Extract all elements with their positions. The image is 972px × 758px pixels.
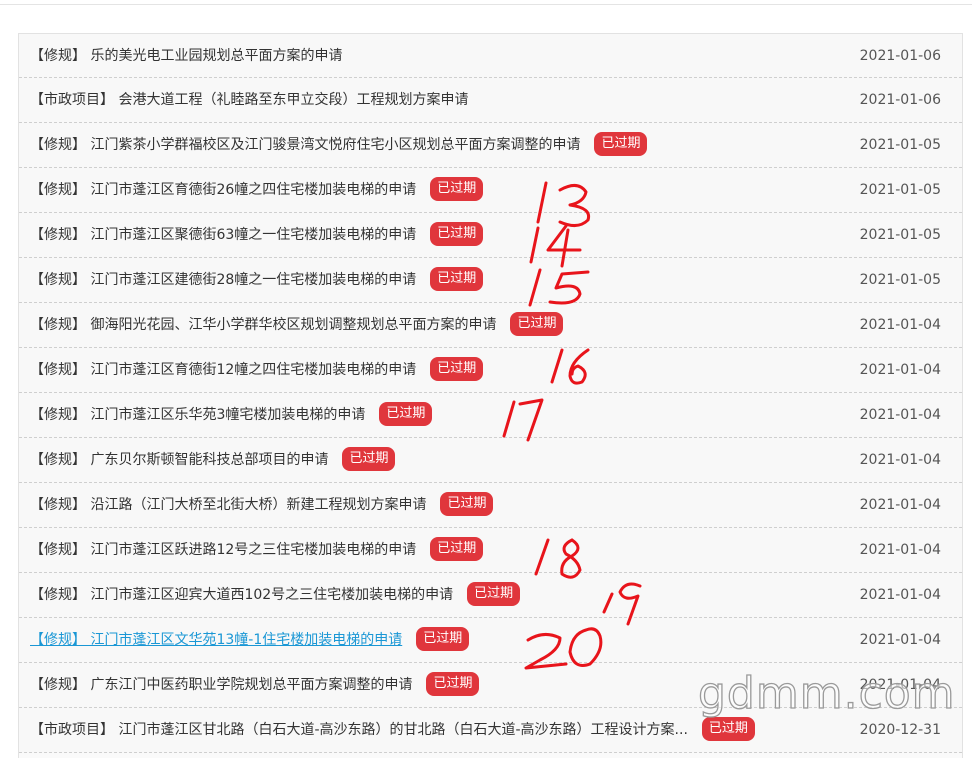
watermark: gdmm.com bbox=[697, 667, 956, 719]
list-item-title[interactable]: 【修规】 江门市蓬江区乐华苑3幢宅楼加装电梯的申请 bbox=[30, 407, 365, 423]
list-item-title[interactable]: 【市政项目】 江门市蓬江区甘北路（白石大道-高沙东路）的甘北路（白石大道-高沙东… bbox=[30, 722, 688, 738]
list-item-date: 2021-01-04 bbox=[859, 542, 941, 558]
list-item[interactable]: 【修规】 江门市蓬江区育德街26幢之四住宅楼加装电梯的申请 已过期 2021-01-… bbox=[19, 168, 962, 213]
list-item-title[interactable]: 【修规】 江门紫茶小学群福校区及江门骏景湾文悦府住宅小区规划总平面方案调整的申请 bbox=[30, 137, 580, 153]
list-item-title[interactable]: 【修规】 御海阳光花园、江华小学群华校区规划调整规划总平面方案的申请 bbox=[30, 317, 496, 333]
expired-badge: 已过期 bbox=[430, 267, 484, 291]
list-item-title-wrap: 【修规】 江门市蓬江区文华苑13幢-1住宅楼加装电梯的申请 已过期 bbox=[30, 618, 470, 662]
list-item-title-wrap: 【修规】 江门市蓬江区跃进路12号之三住宅楼加装电梯的申请 已过期 bbox=[30, 528, 484, 572]
expired-badge: 已过期 bbox=[430, 177, 484, 201]
expired-badge: 已过期 bbox=[701, 717, 755, 741]
list-item-title-wrap: 【修规】 广东贝尔斯顿智能科技总部项目的申请 已过期 bbox=[30, 438, 396, 482]
list-item-date: 2021-01-04 bbox=[859, 362, 941, 378]
list-item-title[interactable]: 【修规】 广东江门中医药职业学院规划总平面方案调整的申请 bbox=[30, 677, 412, 693]
list-item-title-wrap: 【修规】 江门市蓬江区迎宾大道西102号之三住宅楼加装电梯的申请 已过期 bbox=[30, 573, 521, 617]
list-item-title-wrap: 【修规】 广东江门中医药职业学院规划总平面方案调整的申请 已过期 bbox=[30, 663, 480, 707]
list-item[interactable]: 【修规】 江门市蓬江区乐华苑3幢宅楼加装电梯的申请 已过期 2021-01-04 bbox=[19, 393, 962, 438]
list-item-title[interactable]: 【修规】 乐的美光电工业园规划总平面方案的申请 bbox=[30, 34, 342, 78]
list-item[interactable]: 【修规】 江门市蓬江区建德街28幢之一住宅楼加装电梯的申请 已过期 2021-01-… bbox=[19, 258, 962, 303]
list-item[interactable]: 【修规】 江门紫茶小学群福校区及江门骏景湾文悦府住宅小区规划总平面方案调整的申请… bbox=[19, 123, 962, 168]
list-item-title[interactable]: 【修规】 沿江路（江门大桥至北街大桥）新建工程规划方案申请 bbox=[30, 497, 426, 513]
expired-badge: 已过期 bbox=[426, 672, 480, 696]
list-item-date: 2021-01-06 bbox=[859, 48, 941, 64]
list-item[interactable]: 【修规】 沿江路（江门大桥至北街大桥）新建工程规划方案申请 已过期 2021-01-… bbox=[19, 483, 962, 528]
list-item-title[interactable]: 【修规】 江门市蓬江区聚德街63幢之一住宅楼加装电梯的申请 bbox=[30, 227, 416, 243]
list-item-title-wrap: 【修规】 江门市蓬江区育德街12幢之四住宅楼加装电梯的申请 已过期 bbox=[30, 348, 484, 392]
list-item-title-wrap: 【修规】 江门市蓬江区乐华苑3幢宅楼加装电梯的申请 已过期 bbox=[30, 393, 433, 437]
list-item-title[interactable]: 【修规】 江门市蓬江区育德街26幢之四住宅楼加装电梯的申请 bbox=[30, 182, 416, 198]
list-item[interactable]: 【修规】 江门市蓬江区文华苑13幢-1住宅楼加装电梯的申请 已过期 2021-01-… bbox=[19, 618, 962, 663]
list-item[interactable]: 【市政项目】 会港大道工程（礼睦路至东甲立交段）工程规划方案申请 2021-01-… bbox=[19, 78, 962, 123]
list-item-date: 2021-01-04 bbox=[859, 587, 941, 603]
top-border bbox=[0, 0, 972, 5]
list-item-date: 2021-01-05 bbox=[859, 182, 941, 198]
expired-badge: 已过期 bbox=[467, 582, 521, 606]
list-item-date: 2021-01-06 bbox=[859, 92, 941, 108]
expired-badge: 已过期 bbox=[416, 627, 470, 651]
list-item[interactable]: 【修规】 江门市蓬江区跃进路12号之三住宅楼加装电梯的申请 已过期 2021-01-… bbox=[19, 528, 962, 573]
list-item-date: 2021-01-04 bbox=[859, 497, 941, 513]
list-item-title[interactable]: 【修规】 江门市蓬江区跃进路12号之三住宅楼加装电梯的申请 bbox=[30, 542, 416, 558]
expired-badge: 已过期 bbox=[342, 447, 396, 471]
list-item-title-wrap: 【修规】 江门市蓬江区聚德街63幢之一住宅楼加装电梯的申请 已过期 bbox=[30, 213, 484, 257]
expired-badge: 已过期 bbox=[430, 222, 484, 246]
expired-badge: 已过期 bbox=[430, 537, 484, 561]
list-item-date: 2021-01-04 bbox=[859, 452, 941, 468]
list-item-title[interactable]: 【修规】 广东贝尔斯顿智能科技总部项目的申请 bbox=[30, 452, 328, 468]
list-item-title-wrap: 【市政项目】 江门市蓬江区甘北路（白石大道-高沙东路）的甘北路（白石大道-高沙东… bbox=[30, 708, 755, 752]
expired-badge: 已过期 bbox=[430, 357, 484, 381]
list-item[interactable]: 【修规】 江门市蓬江区迎宾大道西102号之三住宅楼加装电梯的申请 已过期 2021-… bbox=[19, 573, 962, 618]
list-item-title[interactable]: 【修规】 江门市蓬江区文华苑13幢-1住宅楼加装电梯的申请 bbox=[30, 632, 402, 648]
list-item-date: 2021-01-04 bbox=[859, 407, 941, 423]
list-item-title-wrap: 【修规】 沿江路（江门大桥至北街大桥）新建工程规划方案申请 已过期 bbox=[30, 483, 494, 527]
list-item-title[interactable]: 【修规】 江门市蓬江区迎宾大道西102号之三住宅楼加装电梯的申请 bbox=[30, 587, 453, 603]
list-item-date: 2021-01-05 bbox=[859, 137, 941, 153]
list-item-title[interactable]: 【市政项目】 会港大道工程（礼睦路至东甲立交段）工程规划方案申请 bbox=[30, 78, 468, 122]
expired-badge: 已过期 bbox=[594, 132, 648, 156]
list-item[interactable]: 【修规】 江门市蓬江区聚德街63幢之一住宅楼加装电梯的申请 已过期 2021-01-… bbox=[19, 213, 962, 258]
expired-badge: 已过期 bbox=[510, 312, 564, 336]
list-item[interactable]: 【修规】 江门市蓬江区育德街12幢之四住宅楼加装电梯的申请 已过期 2021-01-… bbox=[19, 348, 962, 393]
expired-badge: 已过期 bbox=[379, 402, 433, 426]
list-item-title[interactable]: 【修规】 江门市蓬江区育德街12幢之四住宅楼加装电梯的申请 bbox=[30, 362, 416, 378]
list-item[interactable]: 【修规】 御海阳光花园、江华小学群华校区规划调整规划总平面方案的申请 已过期 202… bbox=[19, 303, 962, 348]
list-item[interactable]: 【修规】 广东贝尔斯顿智能科技总部项目的申请 已过期 2021-01-04 bbox=[19, 438, 962, 483]
list-item-title[interactable]: 【修规】 江门市蓬江区建德街28幢之一住宅楼加装电梯的申请 bbox=[30, 272, 416, 288]
expired-badge: 已过期 bbox=[440, 492, 494, 516]
list-item[interactable]: 【修规】 乐的美光电工业园规划总平面方案的申请 2021-01-06 bbox=[19, 33, 962, 78]
list-item-date: 2021-01-05 bbox=[859, 272, 941, 288]
list-item-date: 2021-01-05 bbox=[859, 227, 941, 243]
list-item-date: 2021-01-04 bbox=[859, 632, 941, 648]
announcement-list: 【修规】 乐的美光电工业园规划总平面方案的申请 2021-01-06 【市政项目】 … bbox=[18, 33, 963, 758]
list-item-title-wrap: 【修规】 江门市蓬江区育德街26幢之四住宅楼加装电梯的申请 已过期 bbox=[30, 168, 484, 212]
list-item-title-wrap: 【修规】 江门市蓬江区建德街28幢之一住宅楼加装电梯的申请 已过期 bbox=[30, 258, 484, 302]
list-item-title-wrap: 【修规】 江门紫茶小学群福校区及江门骏景湾文悦府住宅小区规划总平面方案调整的申请… bbox=[30, 123, 648, 167]
list-item-title-wrap: 【修规】 御海阳光花园、江华小学群华校区规划调整规划总平面方案的申请 已过期 bbox=[30, 303, 564, 347]
list-item-date: 2021-01-04 bbox=[859, 317, 941, 333]
